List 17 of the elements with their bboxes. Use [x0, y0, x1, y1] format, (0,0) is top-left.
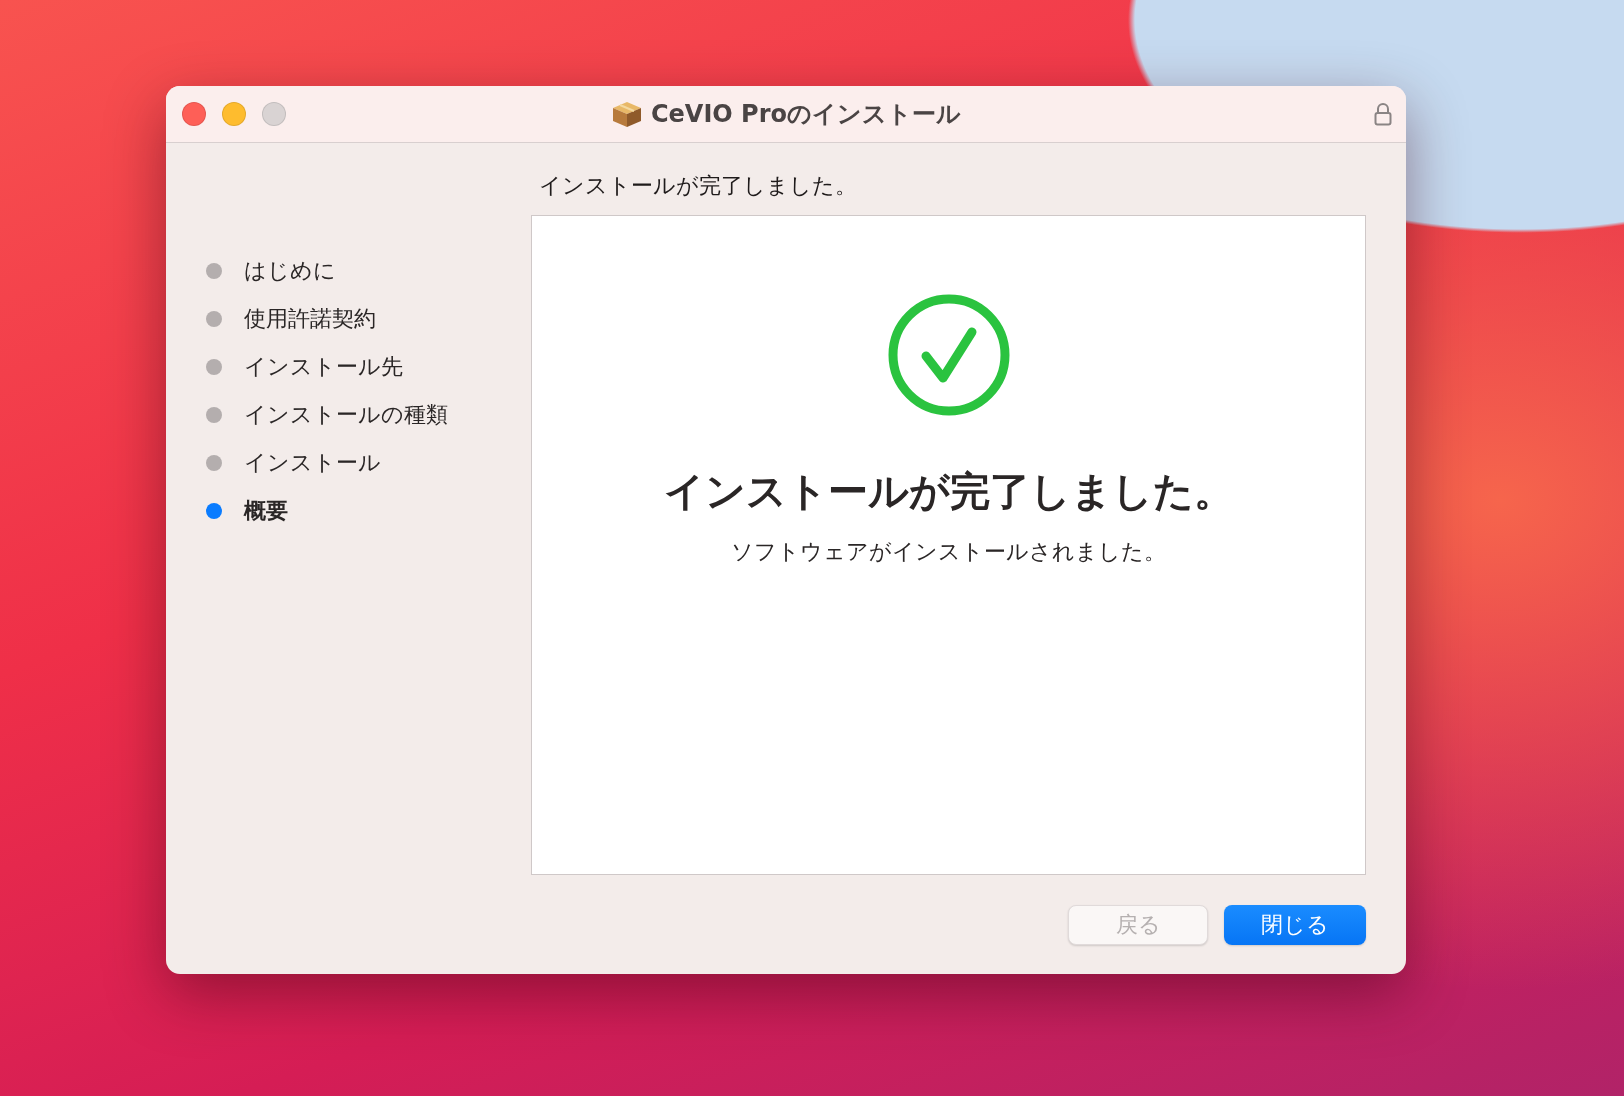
result-title: インストールが完了しました。 [663, 467, 1234, 516]
step-label: はじめに [244, 257, 336, 285]
step-label: 概要 [244, 497, 288, 525]
minimize-button[interactable] [222, 102, 246, 126]
result-message: ソフトウェアがインストールされました。 [731, 538, 1166, 566]
step-label: インストール [244, 449, 381, 477]
page-heading: インストールが完了しました。 [539, 172, 858, 200]
close-installer-button[interactable]: 閉じる [1224, 905, 1366, 945]
window-title: CeVIO Proのインストール [650, 99, 962, 130]
step-label: インストールの種類 [244, 401, 448, 429]
step-label: 使用許諾契約 [244, 305, 376, 333]
checkmark-circle-icon [887, 294, 1010, 416]
zoom-button[interactable] [262, 102, 286, 126]
package-icon [610, 99, 643, 129]
close-button[interactable] [182, 102, 206, 126]
step-label: インストール先 [244, 353, 403, 381]
lock-icon [1374, 102, 1392, 126]
